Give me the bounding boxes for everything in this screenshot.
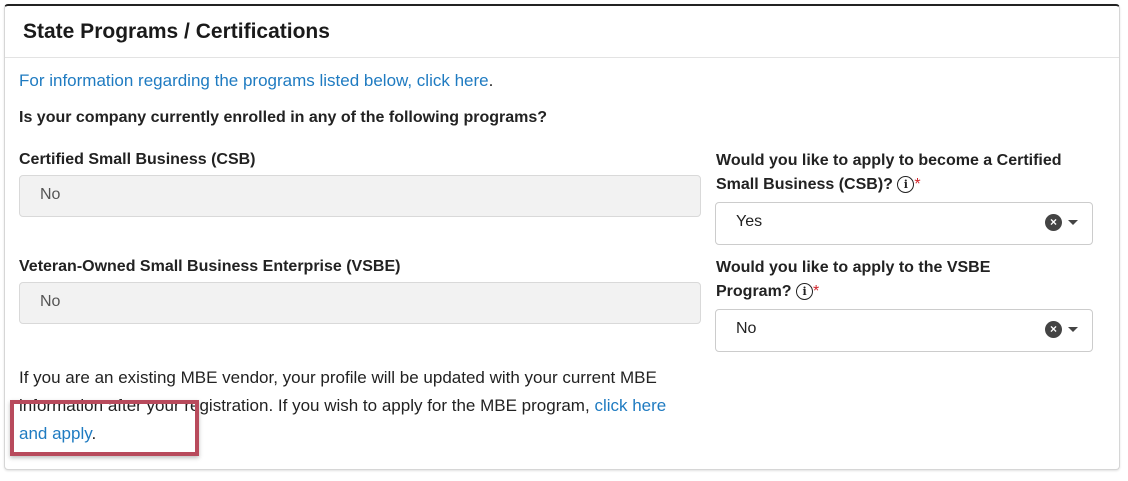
info-line: For information regarding the programs l…: [19, 71, 494, 90]
info-circle-icon[interactable]: i: [796, 283, 814, 301]
csb-label: Certified Small Business (CSB): [19, 151, 256, 168]
vsbe-apply-label: Would you like to apply to the VSBE Prog…: [716, 259, 991, 301]
csb-apply-select[interactable]: Yes ×: [715, 202, 1093, 245]
panel-title: State Programs / Certifications: [5, 6, 1119, 58]
clear-x-icon[interactable]: ×: [1045, 321, 1062, 338]
vsbe-current-value: No: [19, 282, 701, 324]
required-marker: *: [813, 283, 820, 300]
vsbe-apply-selected: No: [736, 320, 757, 337]
csb-current-value: No: [19, 175, 701, 217]
highlight-annotation: [10, 400, 199, 456]
enrollment-question: Is your company currently enrolled in an…: [19, 109, 548, 126]
caret-down-icon[interactable]: [1068, 220, 1078, 225]
csb-apply-label: Would you like to apply to become a Cert…: [716, 152, 1062, 194]
vsbe-apply-select[interactable]: No ×: [715, 309, 1093, 352]
clear-x-icon[interactable]: ×: [1045, 214, 1062, 231]
csb-apply-selected: Yes: [736, 213, 763, 230]
caret-down-icon[interactable]: [1068, 327, 1078, 332]
programs-info-link[interactable]: For information regarding the programs l…: [19, 71, 489, 90]
vsbe-label: Veteran-Owned Small Business Enterprise …: [19, 258, 401, 275]
info-circle-icon[interactable]: i: [897, 176, 915, 194]
required-marker: *: [914, 176, 921, 193]
